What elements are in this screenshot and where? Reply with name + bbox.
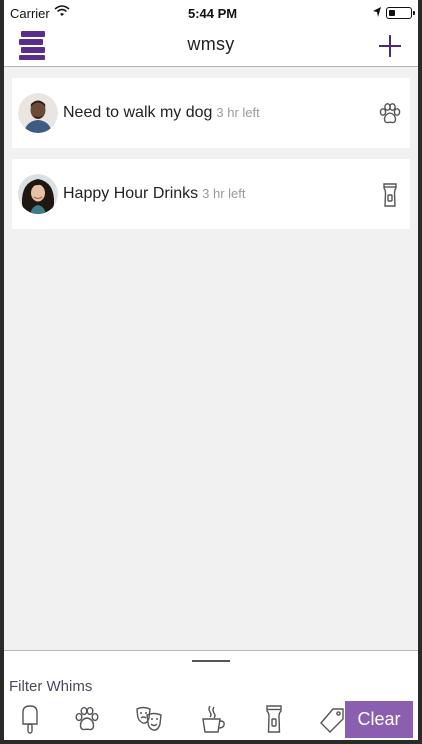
location-arrow-icon xyxy=(373,7,381,17)
avatar xyxy=(18,174,58,214)
whim-title: Need to walk my dog xyxy=(63,104,213,121)
pint-glass-icon xyxy=(383,183,397,207)
paw-icon[interactable] xyxy=(73,703,101,735)
battery-icon xyxy=(386,7,412,19)
whim-text: Need to walk my dog 3 hr left xyxy=(63,104,260,122)
whim-text: Happy Hour Drinks 3 hr left xyxy=(63,185,246,203)
pint-glass-icon[interactable] xyxy=(260,703,288,735)
status-bar: Carrier 5:44 PM xyxy=(4,0,418,26)
carrier-label: Carrier xyxy=(10,6,50,21)
whim-title: Happy Hour Drinks xyxy=(63,185,199,202)
clear-button[interactable]: Clear xyxy=(345,701,413,738)
filter-panel: Filter Whims Clear xyxy=(4,650,418,740)
whim-card[interactable]: Happy Hour Drinks 3 hr left xyxy=(12,159,410,229)
whim-card[interactable]: Need to walk my dog 3 hr left xyxy=(12,78,410,148)
drag-handle[interactable] xyxy=(192,660,230,662)
tag-icon[interactable] xyxy=(318,703,346,735)
whim-time-left: 3 hr left xyxy=(216,105,260,120)
theater-masks-icon[interactable] xyxy=(135,703,163,735)
whim-time-left: 3 hr left xyxy=(202,186,246,201)
clock-label: 5:44 PM xyxy=(188,6,238,21)
popsicle-icon[interactable] xyxy=(16,703,44,735)
plus-icon[interactable] xyxy=(376,32,404,60)
filter-label: Filter Whims xyxy=(9,678,93,695)
coffee-cup-icon[interactable] xyxy=(199,703,227,735)
paw-icon xyxy=(379,103,401,124)
battery-level xyxy=(388,9,395,16)
nav-bar: wmsy xyxy=(4,26,418,67)
app-screen: Carrier 5:44 PM wmsy Need to walk my dog… xyxy=(4,0,418,740)
wifi-icon xyxy=(54,5,70,16)
battery-tip xyxy=(413,11,415,15)
app-title: wmsy xyxy=(187,34,235,54)
avatar xyxy=(18,93,58,133)
